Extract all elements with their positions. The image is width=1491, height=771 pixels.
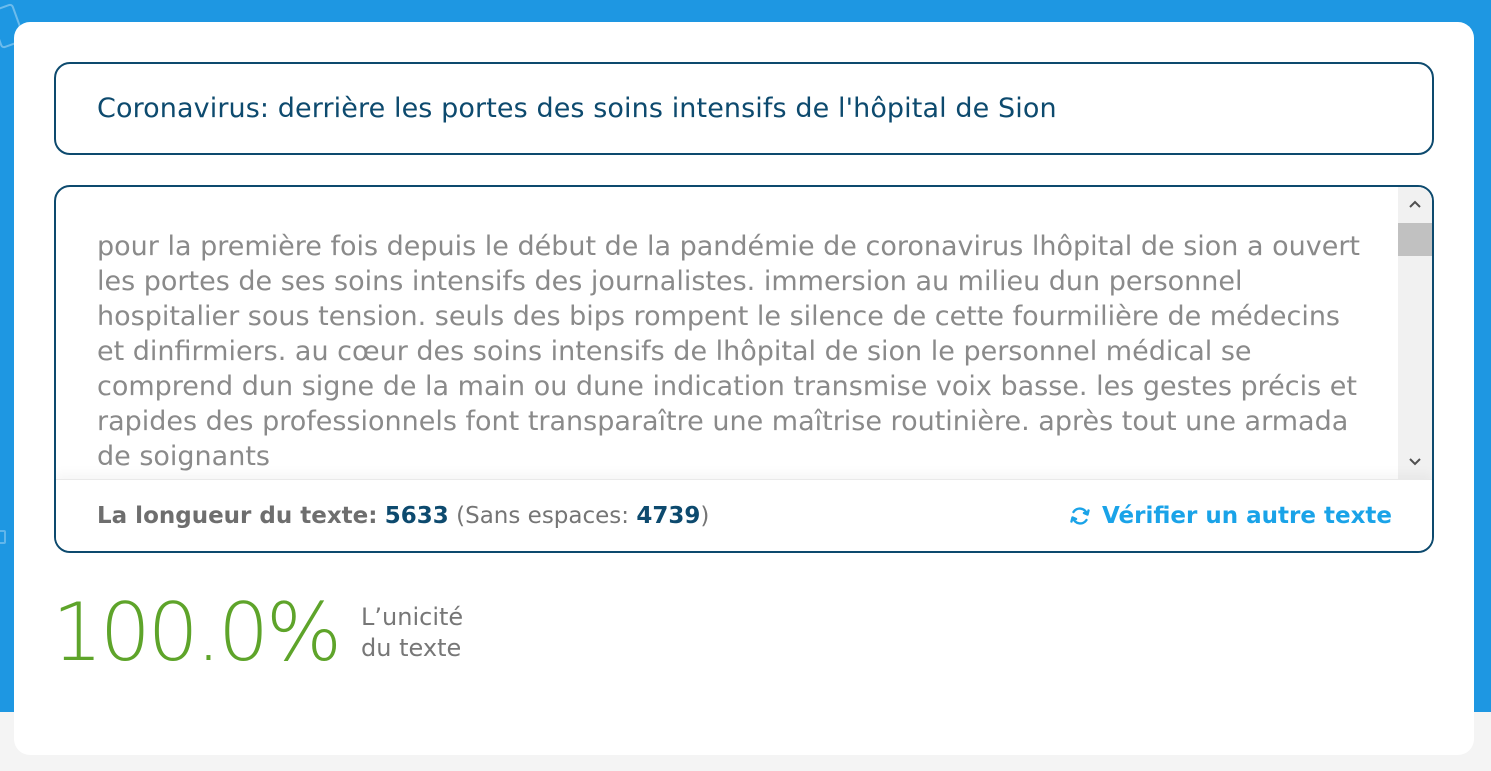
length-label: La longueur du texte: xyxy=(97,502,378,529)
verify-another-text-button[interactable]: Vérifier un autre texte xyxy=(1068,503,1392,529)
scrollbar-thumb[interactable] xyxy=(1398,223,1432,256)
text-scroll-area[interactable]: pour la première fois depuis le début de… xyxy=(56,187,1400,479)
title-field[interactable]: Coronavirus: derrière les portes des soi… xyxy=(54,62,1434,155)
uniqueness-label-line1: L’unicité xyxy=(361,603,464,631)
body-text: pour la première fois depuis le début de… xyxy=(97,231,1361,472)
uniqueness-result: 100.0% L’unicité du texte xyxy=(52,588,521,678)
no-spaces-label: (Sans espaces: xyxy=(456,502,630,529)
main-card: Coronavirus: derrière les portes des soi… xyxy=(14,22,1474,755)
text-stats-bar: La longueur du texte: 5633 (Sans espaces… xyxy=(56,479,1432,551)
verify-label: Vérifier un autre texte xyxy=(1102,502,1392,529)
refresh-icon xyxy=(1068,504,1092,528)
no-spaces-suffix: ) xyxy=(700,502,710,529)
no-spaces-value: 4739 xyxy=(636,502,701,529)
length-value: 5633 xyxy=(384,502,449,529)
text-area[interactable]: pour la première fois depuis le début de… xyxy=(54,185,1434,553)
uniqueness-percent: 100.0% xyxy=(52,586,342,679)
chevron-up-icon[interactable] xyxy=(1398,187,1432,221)
uniqueness-label: L’unicité du texte xyxy=(361,602,521,664)
title-text: Coronavirus: derrière les portes des soi… xyxy=(97,93,1057,124)
background-decoration xyxy=(0,530,6,544)
uniqueness-label-line2: du texte xyxy=(361,634,462,662)
text-length-info: La longueur du texte: 5633 (Sans espaces… xyxy=(97,503,709,529)
vertical-scrollbar[interactable] xyxy=(1398,187,1432,479)
chevron-down-icon[interactable] xyxy=(1398,445,1432,479)
